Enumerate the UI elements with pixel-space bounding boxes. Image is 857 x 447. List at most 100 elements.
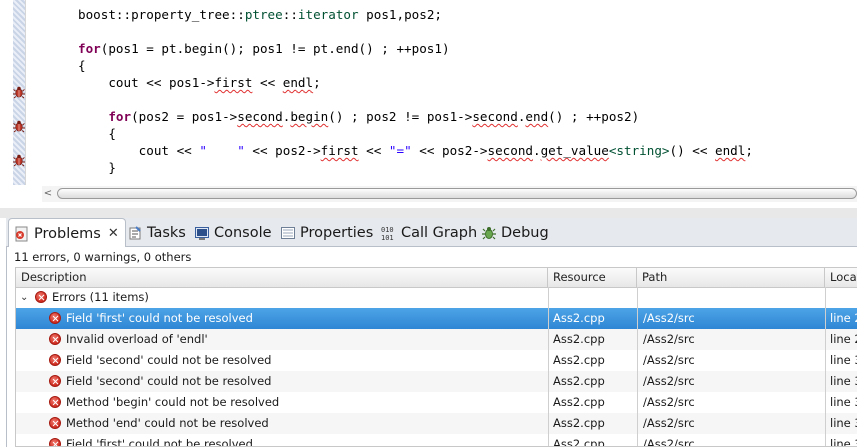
svg-text:010: 010	[381, 226, 394, 234]
problem-description: Field 'second' could not be resolved	[66, 374, 272, 388]
svg-text:101: 101	[381, 234, 394, 241]
code-error-token: second	[472, 109, 518, 124]
error-icon	[49, 417, 61, 429]
code-line[interactable]: cout << pos1->first << endl;	[78, 74, 753, 91]
table-row[interactable]: Field 'second' could not be resolved Ass2…	[16, 350, 857, 371]
problem-location: line 2	[830, 332, 857, 346]
editor-horizontal-scrollbar[interactable]: <	[42, 186, 857, 202]
code-token: <string>	[608, 143, 670, 158]
code-token: () ; ++pos2)	[548, 109, 640, 124]
code-line[interactable]: {	[78, 125, 753, 142]
table-row[interactable]: Field 'second' could not be resolved Ass2…	[16, 371, 857, 392]
code-line[interactable]: }	[78, 159, 753, 176]
error-icon	[49, 354, 61, 366]
problem-description: Field 'first' could not be resolved	[66, 437, 253, 447]
code-token: ;	[745, 143, 753, 158]
code-token: " "	[199, 143, 245, 158]
code-token: {	[78, 58, 86, 73]
code-token: for	[78, 41, 101, 56]
code-token: () ; pos2 != pos1->	[328, 109, 473, 124]
code-token: cout << pos1->	[78, 75, 215, 90]
code-line[interactable]: cout << " " << pos2->first << "=" << pos…	[78, 142, 753, 159]
code-editor[interactable]: boost::property_tree::ptree::iterator po…	[0, 0, 857, 208]
problem-description: Method 'begin' could not be resolved	[66, 395, 280, 409]
code-line[interactable]: ​	[78, 23, 753, 40]
table-row[interactable]: Field 'first' could not be resolved Ass2.…	[16, 308, 857, 329]
code-token: .	[533, 143, 541, 158]
tab-console[interactable]: Console	[194, 218, 272, 247]
code-line[interactable]: ​	[78, 91, 753, 108]
problem-path: /Ass2/src	[643, 416, 695, 430]
scrollbar-thumb[interactable]	[57, 188, 857, 199]
problem-path: /Ass2/src	[643, 374, 695, 388]
code-text[interactable]: boost::property_tree::ptree::iterator po…	[78, 6, 753, 176]
problem-description: Field 'second' could not be resolved	[66, 353, 272, 367]
tab-properties[interactable]: Properties	[280, 218, 373, 247]
code-token: (pos2 = pos1->	[131, 109, 238, 124]
tab-label: Call Graph	[401, 224, 478, 241]
chevron-down-icon[interactable]: ⌄	[20, 287, 30, 308]
code-token: {	[78, 126, 116, 141]
tab-call-graph[interactable]: 010 101 Call Graph	[381, 218, 477, 247]
code-error-token: second	[237, 109, 283, 124]
tasks-icon	[127, 225, 143, 241]
code-error-token: first	[320, 143, 359, 158]
code-token: boost::property_tree::	[78, 7, 245, 22]
problem-description: Method 'end' could not be resolved	[66, 416, 269, 430]
scroll-left-arrow[interactable]: <	[42, 186, 54, 202]
tab-problems[interactable]: Problems ✕	[8, 218, 126, 248]
error-icon	[49, 375, 61, 387]
problems-table[interactable]: Description Resource Path Locati ⌄ Error…	[15, 267, 857, 447]
tab-tasks[interactable]: Tasks	[127, 218, 186, 247]
tab-label: Tasks	[147, 224, 186, 241]
code-error-token: first	[214, 75, 253, 90]
column-header-path[interactable]: Path	[637, 268, 825, 287]
problem-location: line 3	[830, 374, 857, 388]
code-error-token: begin	[290, 109, 329, 124]
problems-view: 11 errors, 0 warnings, 0 others Descript…	[6, 247, 857, 447]
problems-summary: 11 errors, 0 warnings, 0 others	[14, 250, 192, 264]
bug-marker-icon[interactable]	[12, 118, 26, 133]
view-sash[interactable]	[0, 208, 857, 218]
group-label: Errors (11 items)	[52, 290, 149, 304]
problem-location: line 2	[830, 311, 857, 325]
code-token: "="	[388, 143, 412, 158]
errors-group-row[interactable]: ⌄ Errors (11 items)	[16, 287, 857, 308]
code-line[interactable]: {	[78, 57, 753, 74]
tab-label: Properties	[300, 224, 374, 241]
code-token: ::	[282, 7, 298, 22]
column-divider	[637, 287, 638, 446]
column-header-location[interactable]: Locati	[825, 268, 857, 287]
close-icon[interactable]: ✕	[108, 226, 119, 241]
problem-path: /Ass2/src	[643, 332, 695, 346]
error-icon	[49, 312, 61, 324]
bug-marker-icon[interactable]	[12, 84, 26, 99]
table-row[interactable]: Method 'begin' could not be resolved Ass2…	[16, 392, 857, 413]
bug-marker-icon[interactable]	[12, 152, 26, 167]
problem-resource: Ass2.cpp	[553, 353, 605, 367]
column-header-description[interactable]: Description	[16, 268, 548, 287]
table-row[interactable]: Invalid overload of 'endl' Ass2.cpp/Ass2/…	[16, 329, 857, 350]
code-token: cout <<	[78, 143, 200, 158]
tab-debug[interactable]: Debug	[481, 218, 549, 247]
code-line[interactable]: for(pos2 = pos1->second.begin() ; pos2 !…	[78, 108, 753, 125]
problem-location: line 3	[830, 416, 857, 430]
code-token: ptree	[244, 7, 283, 22]
problem-description: Field 'first' could not be resolved	[66, 311, 253, 325]
code-line[interactable]: boost::property_tree::ptree::iterator po…	[78, 6, 753, 23]
error-icon	[49, 333, 61, 345]
problem-location: line 3	[830, 437, 857, 447]
table-row[interactable]: Field 'first' could not be resolved Ass2.…	[16, 434, 857, 447]
column-header-resource[interactable]: Resource	[548, 268, 637, 287]
tab-label: Console	[214, 224, 272, 241]
code-token: pos1,pos2;	[358, 7, 442, 22]
error-icon	[49, 396, 61, 408]
code-token: << pos2->	[244, 143, 321, 158]
code-line[interactable]: for(pos1 = pt.begin(); pos1 != pt.end() …	[78, 40, 753, 57]
code-token: << pos2->	[411, 143, 488, 158]
bottom-view-tab-bar: Problems ✕ Tasks Console Properties 010 1…	[6, 218, 857, 248]
code-token: ;	[313, 75, 321, 90]
code-error-token: second	[487, 143, 534, 158]
error-icon	[49, 438, 61, 446]
table-row[interactable]: Method 'end' could not be resolved Ass2.c…	[16, 413, 857, 434]
